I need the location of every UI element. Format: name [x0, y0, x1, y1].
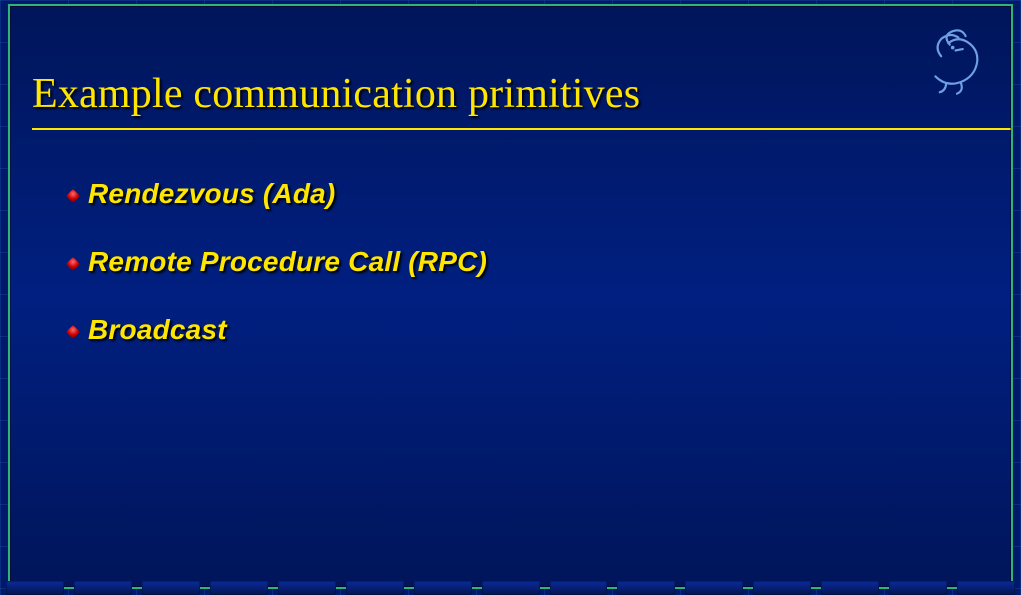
accent-segment: [550, 581, 608, 595]
list-item: Remote Procedure Call (RPC): [68, 246, 1011, 278]
title-area: Example communication primitives: [10, 6, 1011, 130]
accent-segment: [210, 581, 268, 595]
accent-segment: [482, 581, 540, 595]
bottom-accent-bar: [0, 581, 1021, 595]
bullet-list: Rendezvous (Ada) Remote Procedure Call (…: [10, 130, 1011, 346]
accent-segment: [278, 581, 336, 595]
accent-segment: [617, 581, 675, 595]
slide-title: Example communication primitives: [32, 70, 1011, 118]
title-underline: [32, 128, 1011, 130]
bullet-text: Rendezvous (Ada): [88, 178, 335, 210]
list-item: Rendezvous (Ada): [68, 178, 1011, 210]
bullet-text: Remote Procedure Call (RPC): [88, 246, 487, 278]
accent-segment: [142, 581, 200, 595]
accent-segment: [753, 581, 811, 595]
accent-segment: [685, 581, 743, 595]
accent-segment: [957, 581, 1015, 595]
list-item: Broadcast: [68, 314, 1011, 346]
accent-segment: [74, 581, 132, 595]
accent-segment: [346, 581, 404, 595]
diamond-bullet-icon: [68, 327, 78, 337]
slide-content: Example communication primitives Rendezv…: [10, 6, 1011, 587]
accent-segment: [821, 581, 879, 595]
slide-frame: Example communication primitives Rendezv…: [8, 4, 1013, 589]
accent-segment: [6, 581, 64, 595]
accent-segment: [414, 581, 472, 595]
diamond-bullet-icon: [68, 191, 78, 201]
diamond-bullet-icon: [68, 259, 78, 269]
accent-segment: [889, 581, 947, 595]
bullet-text: Broadcast: [88, 314, 227, 346]
